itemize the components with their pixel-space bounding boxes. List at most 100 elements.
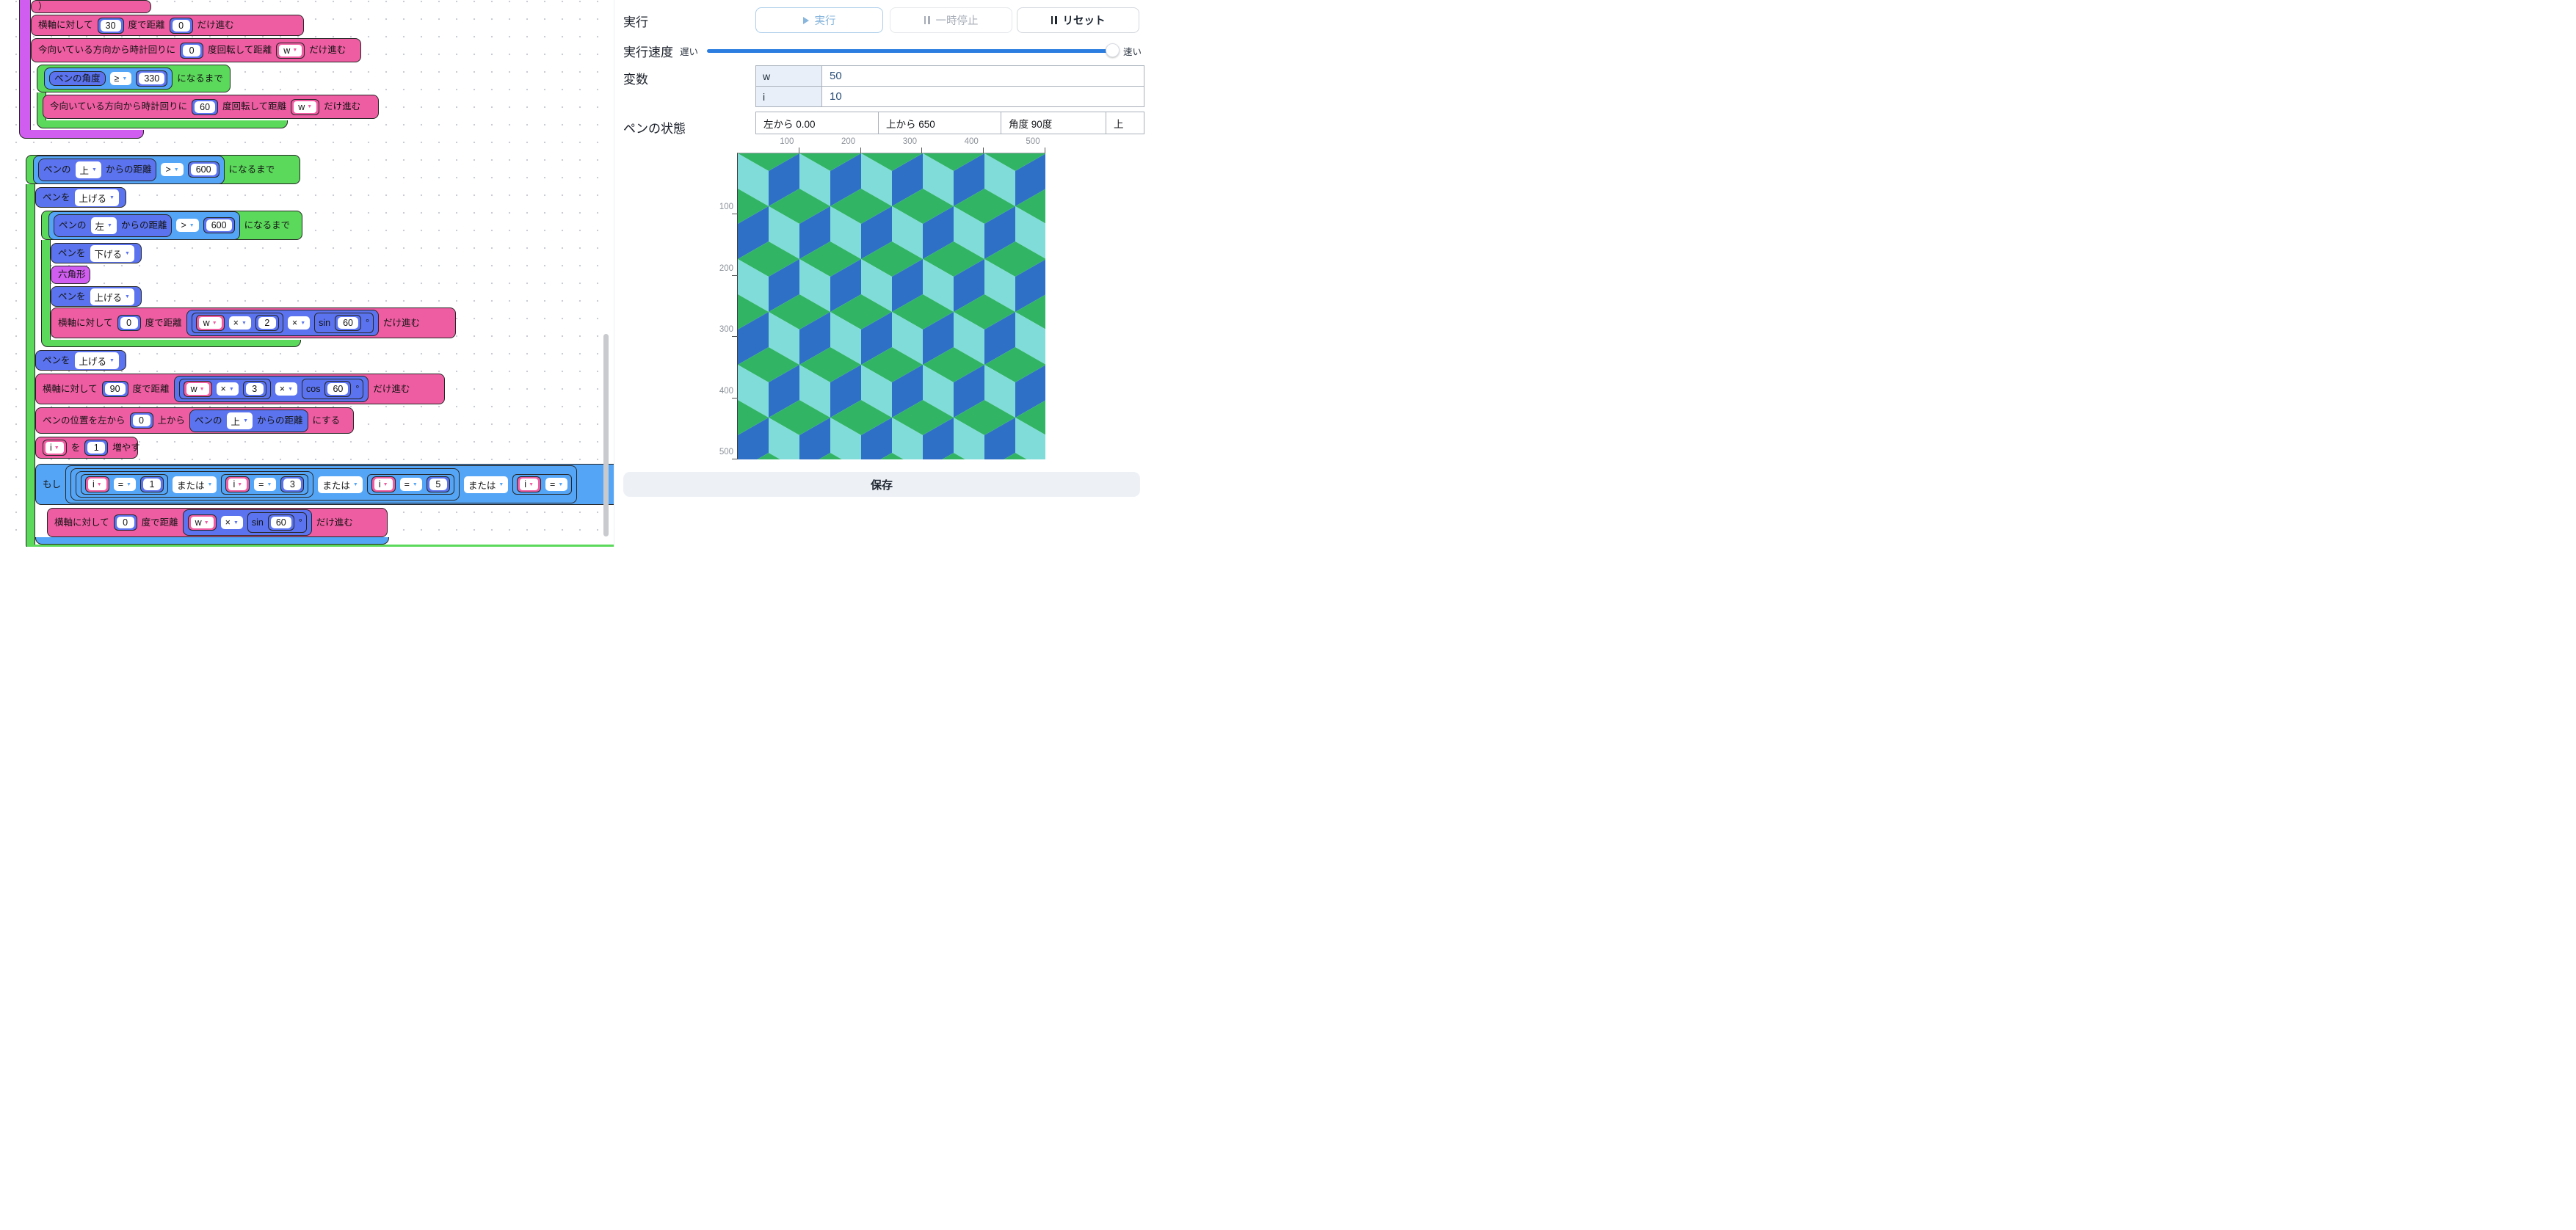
expression-group[interactable]: ペンの角度 [49, 71, 106, 87]
dropdown-field[interactable]: ×▼ [221, 516, 243, 529]
number-field[interactable]: 60 [192, 99, 218, 115]
number-field[interactable]: 60 [268, 514, 294, 531]
speed-slider-thumb[interactable] [1106, 43, 1120, 57]
dropdown-field[interactable]: 上▼ [227, 412, 253, 429]
dropdown-field[interactable]: =▼ [400, 478, 422, 491]
variable-field[interactable]: i▼ [225, 476, 250, 492]
dropdown-field[interactable]: ×▼ [217, 382, 239, 396]
expression-group[interactable]: i▼=▼1 [81, 474, 168, 495]
number-field[interactable]: 0 [117, 315, 141, 331]
expression-group[interactable]: ペンの上▼からの距離 [189, 410, 308, 432]
expression-group[interactable]: sin60° [247, 512, 307, 533]
until-pen-top-600[interactable]: ペンの上▼からの距離>▼600になるまで [26, 155, 300, 184]
expression-group[interactable]: ペンの上▼からの距離 [38, 159, 156, 181]
expression-group[interactable]: i▼=▼1または▼i▼=▼3 [76, 471, 313, 498]
dropdown-field[interactable]: =▼ [114, 478, 136, 491]
number-field[interactable]: 2 [255, 315, 279, 331]
set-pen-position[interactable]: ペンの位置を左から0上からペンの上▼からの距離にする [35, 407, 354, 434]
number-field[interactable]: 3 [243, 381, 266, 397]
expression-group[interactable]: w▼ ×▼ 2 ×▼ sin60° [186, 310, 379, 336]
number-field[interactable]: 60 [335, 315, 361, 331]
increment-i-by-1[interactable]: i▼を1増やす [35, 437, 138, 459]
if-block-tail[interactable] [35, 537, 389, 545]
dropdown-field[interactable]: =▼ [545, 478, 567, 491]
until-pen-left-600-bar[interactable] [41, 240, 51, 340]
block-workspace[interactable]: ）横軸に対して30度で距離0だけ進む今向いている方向から時計回りに0度回転して距… [0, 0, 614, 547]
dropdown-field[interactable]: ×▼ [288, 316, 310, 330]
pen-up-1[interactable]: ペンを上げる▼ [35, 187, 126, 208]
number-field[interactable]: 0 [180, 43, 203, 59]
dropdown-field[interactable]: または▼ [464, 476, 508, 493]
pen-up-3[interactable]: ペンを上げる▼ [35, 350, 126, 371]
variable-field[interactable]: w▼ [291, 99, 319, 115]
expression-group[interactable]: i▼ =▼ 5 [367, 474, 454, 495]
expression-group[interactable]: ペンの角度 ≥▼ 330 [44, 68, 173, 90]
expression-group[interactable]: ペンの上▼からの距離 >▼ 600 [33, 156, 225, 184]
variable-field[interactable]: i▼ [371, 476, 396, 492]
variable-field[interactable]: w▼ [276, 43, 305, 59]
run-button[interactable]: 実行 [755, 7, 883, 33]
dropdown-field[interactable]: 下げる▼ [90, 245, 134, 262]
number-field[interactable]: 1 [140, 476, 164, 492]
pause-button[interactable]: 一時停止 [890, 7, 1012, 33]
expression-group[interactable]: sin60° [314, 313, 374, 333]
variable-field[interactable]: w▼ [196, 315, 225, 331]
variable-field[interactable]: w▼ [184, 381, 212, 397]
variable-field[interactable]: w▼ [188, 514, 217, 531]
move-angle-30-dist-0[interactable]: 横軸に対して30度で距離0だけ進む [31, 15, 304, 36]
dropdown-field[interactable]: または▼ [318, 476, 362, 493]
dropdown-field[interactable]: >▼ [161, 163, 183, 176]
expression-group[interactable]: w▼ ×▼ sin60° [183, 509, 312, 536]
workspace-scrollbar[interactable] [603, 334, 609, 536]
number-field[interactable]: 600 [188, 161, 219, 178]
number-field[interactable]: 0 [114, 514, 137, 531]
number-field[interactable]: 0 [170, 18, 193, 34]
until-pen-angle-330-tail[interactable] [37, 120, 288, 128]
dropdown-field[interactable]: =▼ [254, 478, 276, 491]
move-0-w-x2-sin60[interactable]: 横軸に対して0度で距離w▼×▼2×▼sin60°だけ進む [51, 308, 456, 338]
expression-group[interactable]: cos60° [302, 379, 363, 399]
dropdown-field[interactable]: 上▼ [76, 161, 101, 178]
dropdown-field[interactable]: ≥▼ [110, 72, 132, 85]
expression-group[interactable]: i▼ =▼ 1 または▼ i▼ =▼ 3 または▼ i▼ =▼ 5 [70, 468, 460, 501]
number-field[interactable]: 5 [427, 476, 450, 492]
until-pen-angle-330[interactable]: ペンの角度≥▼330になるまで [37, 65, 231, 92]
until-pen-left-600[interactable]: ペンの左▼からの距離>▼600になるまで [41, 211, 302, 240]
dropdown-field[interactable]: >▼ [176, 219, 198, 232]
outer-loop-left-bar[interactable] [19, 0, 31, 130]
expression-group[interactable]: ペンの左▼からの距離 >▼ 600 [48, 211, 240, 240]
outer-loop-bottom-tail[interactable] [19, 130, 144, 139]
expression-group[interactable]: w▼ ×▼ 3 [179, 379, 271, 399]
rotate-60-forward-w[interactable]: 今向いている方向から時計回りに60度回転して距離w▼だけ進む [43, 95, 379, 119]
number-field[interactable]: 0 [130, 412, 153, 429]
expression-group[interactable]: w▼ ×▼ 3 ×▼ cos60° [174, 376, 369, 402]
pen-down[interactable]: ペンを下げる▼ [51, 243, 142, 263]
dropdown-field[interactable]: ×▼ [229, 316, 251, 330]
if-block[interactable]: もしi▼=▼1または▼i▼=▼3または▼i▼=▼5または▼i▼=▼ [35, 464, 614, 505]
variable-field[interactable]: i▼ [43, 440, 67, 456]
number-field[interactable]: 60 [324, 381, 351, 397]
variable-field[interactable]: i▼ [517, 476, 541, 492]
expression-group[interactable]: ペンの左▼からの距離 [54, 214, 172, 237]
dropdown-field[interactable]: 左▼ [91, 217, 117, 234]
number-field[interactable]: 600 [203, 217, 235, 233]
number-field[interactable]: 3 [280, 476, 304, 492]
until-pen-top-600-bar[interactable] [26, 184, 35, 545]
save-button[interactable]: 保存 [623, 472, 1140, 497]
expression-group[interactable]: w▼ ×▼ 2 [192, 313, 283, 333]
hexagon-call[interactable]: 六角形 [51, 266, 90, 284]
dropdown-field[interactable]: ×▼ [275, 382, 297, 396]
outer-loop-bottom-strip[interactable] [26, 545, 614, 547]
number-field[interactable]: 90 [102, 381, 128, 397]
dropdown-field[interactable]: または▼ [173, 476, 217, 493]
dropdown-field[interactable]: 上げる▼ [75, 189, 119, 206]
speed-slider-track[interactable] [707, 49, 1112, 53]
expression-group[interactable]: i▼=▼1または▼i▼=▼3または▼i▼=▼5または▼i▼=▼ [65, 465, 577, 503]
dropdown-field[interactable]: 上げる▼ [90, 288, 134, 305]
move-90-w-x3-cos60[interactable]: 横軸に対して90度で距離w▼×▼3×▼cos60°だけ進む [35, 374, 445, 404]
number-field[interactable]: 1 [84, 440, 108, 456]
clipped-top-block[interactable]: ） [31, 0, 151, 13]
reset-button[interactable]: リセット [1017, 7, 1139, 33]
number-field[interactable]: 330 [136, 70, 167, 87]
pen-up-2[interactable]: ペンを上げる▼ [51, 286, 142, 307]
